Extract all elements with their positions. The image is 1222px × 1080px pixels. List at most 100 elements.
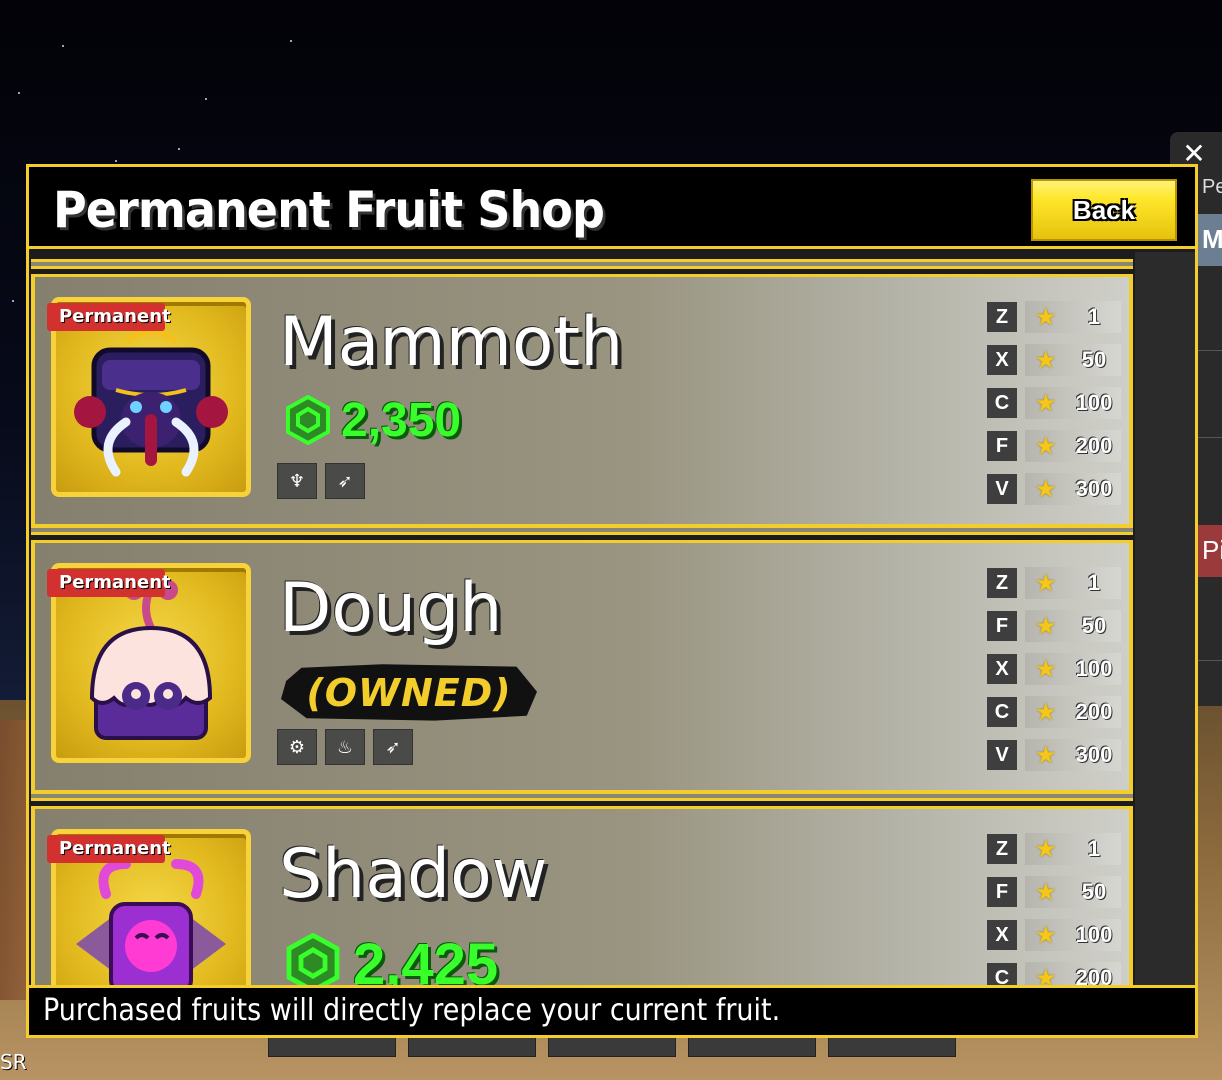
move-level: ★ 300 bbox=[1025, 473, 1121, 505]
footer-note: Purchased fruits will directly replace y… bbox=[43, 993, 781, 1028]
move-key: Z bbox=[987, 568, 1017, 598]
scrollbar[interactable] bbox=[1135, 252, 1195, 985]
fruit-type-badges: ⚙ ♨ ➶ bbox=[277, 729, 413, 765]
move-list: Z ★ 1 X ★ 50 C ★ 100 F ★ 200 V ★ 300 bbox=[987, 299, 1127, 514]
move-row: X ★ 100 bbox=[987, 651, 1127, 694]
move-row: Z ★ 1 bbox=[987, 831, 1127, 874]
fruit-shop-window: Permanent Fruit Shop Back Permanent Mamm… bbox=[26, 164, 1198, 1038]
move-level: ★ 300 bbox=[1025, 739, 1121, 771]
permanent-tag: Permanent bbox=[47, 835, 171, 863]
move-level-value: 200 bbox=[1075, 965, 1113, 985]
star-icon: ★ bbox=[1035, 741, 1057, 769]
move-level-value: 1 bbox=[1087, 570, 1101, 595]
star-icon: ★ bbox=[1035, 921, 1057, 949]
move-level-value: 50 bbox=[1081, 613, 1107, 638]
fruit-price[interactable]: 2,350 bbox=[283, 391, 461, 451]
fruit-price[interactable]: 2,425 bbox=[283, 933, 498, 986]
fruit-list[interactable]: Permanent Mammoth 2,350 ♆ ➶ Z ★ 1 X ★ 50… bbox=[29, 252, 1195, 985]
move-row: V ★ 300 bbox=[987, 471, 1127, 514]
star-dot bbox=[18, 92, 20, 94]
card-divider bbox=[31, 791, 1133, 801]
hotbar-slot[interactable] bbox=[688, 1035, 816, 1057]
move-level: ★ 50 bbox=[1025, 344, 1121, 376]
move-key: Z bbox=[987, 834, 1017, 864]
star-dot bbox=[62, 45, 64, 47]
fruit-name: Shadow bbox=[279, 835, 548, 914]
move-key: C bbox=[987, 388, 1017, 418]
move-level-value: 100 bbox=[1075, 922, 1113, 947]
back-button[interactable]: Back bbox=[1031, 179, 1177, 241]
move-level: ★ 100 bbox=[1025, 387, 1121, 419]
hotbar-slot[interactable] bbox=[828, 1035, 956, 1057]
move-row: C ★ 200 bbox=[987, 960, 1127, 985]
move-key: Z bbox=[987, 302, 1017, 332]
star-dot bbox=[115, 160, 117, 162]
star-icon: ★ bbox=[1035, 878, 1057, 906]
move-level: ★ 200 bbox=[1025, 430, 1121, 462]
move-level: ★ 1 bbox=[1025, 301, 1121, 333]
fire-type-icon: ♨ bbox=[325, 729, 365, 765]
fruit-card-mammoth[interactable]: Permanent Mammoth 2,350 ♆ ➶ Z ★ 1 X ★ 50… bbox=[31, 259, 1133, 528]
move-level-value: 300 bbox=[1075, 476, 1113, 501]
move-level-value: 200 bbox=[1075, 433, 1113, 458]
fruit-card-dough[interactable]: Permanent Dough (OWNED) ⚙ ♨ ➶ Z ★ 1 F ★ 50… bbox=[31, 525, 1133, 794]
sword-type-icon: ➶ bbox=[373, 729, 413, 765]
fruit-name: Mammoth bbox=[279, 303, 624, 382]
star-dot bbox=[205, 98, 207, 100]
hotbar-slot[interactable] bbox=[548, 1035, 676, 1057]
star-icon: ★ bbox=[1035, 432, 1057, 460]
move-row: X ★ 100 bbox=[987, 917, 1127, 960]
move-level-value: 200 bbox=[1075, 699, 1113, 724]
star-icon: ★ bbox=[1035, 346, 1057, 374]
star-dot bbox=[12, 300, 14, 302]
card-divider bbox=[31, 525, 1133, 535]
move-level: ★ 50 bbox=[1025, 876, 1121, 908]
move-level-value: 1 bbox=[1087, 304, 1101, 329]
side-panel-title: Pe bbox=[1202, 176, 1222, 198]
move-key: F bbox=[987, 877, 1017, 907]
shop-footer: Purchased fruits will directly replace y… bbox=[29, 985, 1195, 1035]
move-level: ★ 200 bbox=[1025, 962, 1121, 985]
move-key: C bbox=[987, 963, 1017, 985]
beast-type-icon: ♆ bbox=[277, 463, 317, 499]
star-dot bbox=[178, 148, 180, 150]
star-icon: ★ bbox=[1035, 389, 1057, 417]
move-key: X bbox=[987, 920, 1017, 950]
star-icon: ★ bbox=[1035, 835, 1057, 863]
move-key: X bbox=[987, 654, 1017, 684]
fruit-card-shadow[interactable]: Permanent Shadow 2,425 Z ★ 1 F ★ 50 X ★ … bbox=[31, 791, 1133, 986]
move-row: C ★ 100 bbox=[987, 385, 1127, 428]
move-list: Z ★ 1 F ★ 50 X ★ 100 C ★ 200 bbox=[987, 831, 1127, 985]
move-row: Z ★ 1 bbox=[987, 299, 1127, 342]
move-key: F bbox=[987, 611, 1017, 641]
star-icon: ★ bbox=[1035, 475, 1057, 503]
hotbar-slot[interactable] bbox=[408, 1035, 536, 1057]
shop-header: Permanent Fruit Shop Back bbox=[29, 167, 1195, 249]
move-level: ★ 1 bbox=[1025, 567, 1121, 599]
move-key: F bbox=[987, 431, 1017, 461]
move-row: Z ★ 1 bbox=[987, 565, 1127, 608]
hud-corner-text: SR bbox=[0, 1050, 27, 1074]
move-row: F ★ 200 bbox=[987, 428, 1127, 471]
star-icon: ★ bbox=[1035, 964, 1057, 985]
move-row: X ★ 50 bbox=[987, 342, 1127, 385]
fruit-name: Dough bbox=[279, 569, 503, 648]
hotbar-slot[interactable] bbox=[268, 1035, 396, 1057]
move-key: V bbox=[987, 740, 1017, 770]
move-level-value: 100 bbox=[1075, 656, 1113, 681]
move-key: X bbox=[987, 345, 1017, 375]
move-row: C ★ 200 bbox=[987, 694, 1127, 737]
move-level: ★ 200 bbox=[1025, 696, 1121, 728]
gear-type-icon: ⚙ bbox=[277, 729, 317, 765]
permanent-tag: Permanent bbox=[47, 303, 171, 331]
fruit-type-badges: ♆ ➶ bbox=[277, 463, 365, 499]
star-icon: ★ bbox=[1035, 303, 1057, 331]
move-level-value: 300 bbox=[1075, 742, 1113, 767]
move-level: ★ 1 bbox=[1025, 833, 1121, 865]
move-level-value: 100 bbox=[1075, 390, 1113, 415]
move-row: V ★ 300 bbox=[987, 737, 1127, 780]
star-icon: ★ bbox=[1035, 655, 1057, 683]
move-key: V bbox=[987, 474, 1017, 504]
move-level-value: 50 bbox=[1081, 879, 1107, 904]
star-icon: ★ bbox=[1035, 698, 1057, 726]
